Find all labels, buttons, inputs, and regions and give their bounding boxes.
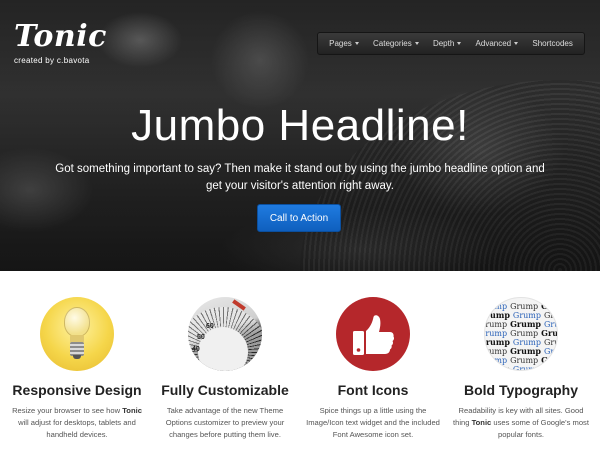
nav-label: Categories: [373, 39, 412, 48]
nav-item-shortcodes[interactable]: Shortcodes: [532, 39, 572, 48]
feature-title: Fully Customizable: [161, 382, 289, 398]
dial-number: 50: [197, 334, 205, 341]
dial-icon: 60 50 40: [188, 297, 262, 371]
logo-text[interactable]: Tonic: [14, 22, 107, 52]
call-to-action-button[interactable]: Call to Action: [257, 204, 341, 232]
caret-down-icon: [414, 42, 419, 45]
feature-title: Font Icons: [337, 382, 409, 398]
typography-icon: GrumpGrumpGrump GrumpGrumpGrump GrumpGru…: [484, 297, 558, 371]
feature-fully-customizable: 60 50 40 Fully Customizable Take advanta…: [150, 297, 300, 441]
feature-description: Spice things up a little using the Image…: [306, 406, 440, 439]
hero-subtext: Got something important to say? Then mak…: [55, 163, 545, 192]
feature-title: Responsive Design: [12, 382, 142, 398]
nav-item-categories[interactable]: Categories: [373, 39, 419, 48]
nav-label: Depth: [432, 39, 455, 48]
hero-section: Tonic created by c.bavota Pages Categori…: [0, 0, 600, 271]
nav-item-advanced[interactable]: Advanced: [476, 39, 519, 48]
feature-description: Readability is key with all sites. Good …: [453, 406, 589, 439]
site-logo[interactable]: Tonic created by c.bavota: [14, 22, 107, 66]
logo-tagline: created by c.bavota: [14, 56, 90, 65]
thumbs-up-icon: [336, 297, 410, 371]
feature-font-icons: Font Icons Spice things up a little usin…: [298, 297, 448, 441]
nav-label: Pages: [329, 39, 352, 48]
thumbs-up-glyph: [353, 315, 395, 355]
dial-number: 60: [206, 323, 214, 330]
nav-label: Shortcodes: [532, 39, 573, 48]
nav-item-depth[interactable]: Depth: [432, 39, 462, 48]
feature-description: Resize your browser to see how Tonic wil…: [12, 406, 142, 439]
dial-number: 40: [192, 346, 200, 353]
caret-down-icon: [514, 42, 519, 45]
feature-title: Bold Typography: [463, 382, 579, 398]
lightbulb-icon: [40, 297, 114, 371]
nav-label: Advanced: [475, 39, 512, 48]
feature-responsive-design: Responsive Design Resize your browser to…: [2, 297, 152, 441]
main-navigation: Pages Categories Depth Advanced Shortcod…: [317, 32, 585, 55]
caret-down-icon: [457, 42, 462, 45]
nav-item-pages[interactable]: Pages: [329, 39, 359, 48]
feature-bold-typography: GrumpGrumpGrump GrumpGrumpGrump GrumpGru…: [446, 297, 596, 441]
feature-description: Take advantage of the new Theme Options …: [165, 406, 285, 439]
caret-down-icon: [354, 42, 359, 45]
jumbo-headline: Jumbo Headline!: [131, 101, 469, 150]
